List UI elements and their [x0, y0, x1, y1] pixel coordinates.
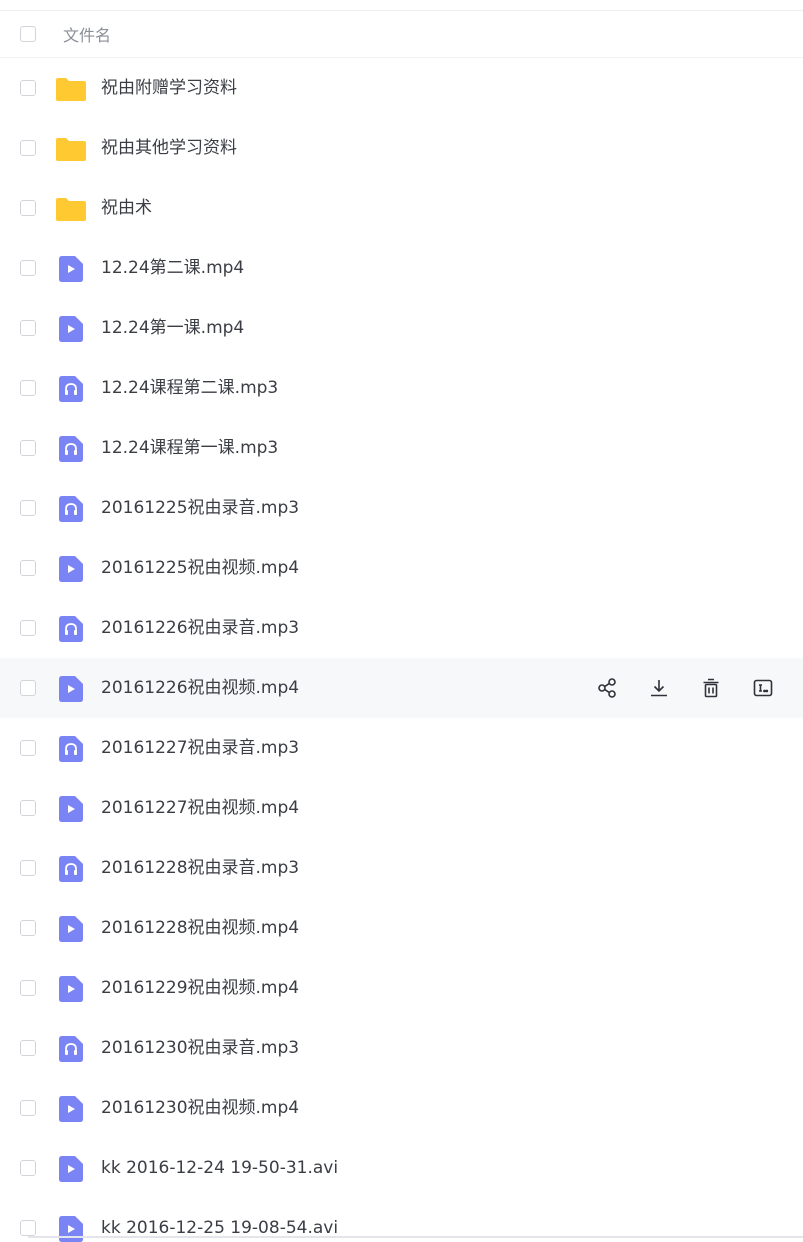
file-name[interactable]: 20161226祝由录音.mp3 — [101, 617, 299, 639]
column-header-filename[interactable]: 文件名 — [63, 22, 111, 46]
rename-icon[interactable] — [750, 675, 776, 701]
file-row[interactable]: 20161228祝由视频.mp4 — [0, 898, 803, 958]
file-name[interactable]: 祝由附赠学习资料 — [101, 77, 237, 99]
video-file-icon — [59, 556, 83, 582]
row-checkbox[interactable] — [20, 740, 36, 756]
file-name[interactable]: 20161230祝由视频.mp4 — [101, 1097, 299, 1119]
row-checkbox[interactable] — [20, 200, 36, 216]
file-row[interactable]: 20161229祝由视频.mp4 — [0, 958, 803, 1018]
video-file-icon — [59, 316, 83, 342]
file-row[interactable]: 20161225祝由录音.mp3 — [0, 478, 803, 538]
file-name[interactable]: 20161230祝由录音.mp3 — [101, 1037, 299, 1059]
row-checkbox[interactable] — [20, 620, 36, 636]
file-list-header: 文件名 — [0, 11, 803, 58]
audio-file-icon — [59, 496, 83, 522]
audio-file-icon — [59, 1036, 83, 1062]
video-file-icon — [59, 1216, 83, 1242]
folder-row[interactable]: 祝由附赠学习资料 — [0, 58, 803, 118]
audio-file-icon — [59, 436, 83, 462]
row-checkbox[interactable] — [20, 1040, 36, 1056]
file-name[interactable]: 12.24课程第一课.mp3 — [101, 437, 278, 459]
audio-file-icon — [59, 856, 83, 882]
folder-row[interactable]: 祝由术 — [0, 178, 803, 238]
folder-icon — [55, 196, 87, 222]
file-name[interactable]: 20161228祝由录音.mp3 — [101, 857, 299, 879]
file-row[interactable]: 20161228祝由录音.mp3 — [0, 838, 803, 898]
row-checkbox[interactable] — [20, 1160, 36, 1176]
file-row[interactable]: 20161225祝由视频.mp4 — [0, 538, 803, 598]
folder-icon — [55, 76, 87, 102]
row-checkbox[interactable] — [20, 320, 36, 336]
file-row[interactable]: 12.24课程第二课.mp3 — [0, 358, 803, 418]
row-checkbox[interactable] — [20, 500, 36, 516]
file-name[interactable]: kk 2016-12-24 19-50-31.avi — [101, 1157, 338, 1179]
row-checkbox[interactable] — [20, 680, 36, 696]
download-icon[interactable] — [646, 675, 672, 701]
video-file-icon — [59, 1156, 83, 1182]
audio-file-icon — [59, 376, 83, 402]
file-name[interactable]: 祝由术 — [101, 197, 152, 219]
row-checkbox[interactable] — [20, 260, 36, 276]
audio-file-icon — [59, 616, 83, 642]
file-name[interactable]: 20161226祝由视频.mp4 — [101, 677, 299, 699]
horizontal-scrollbar[interactable] — [28, 1236, 803, 1238]
file-name[interactable]: 12.24第一课.mp4 — [101, 317, 244, 339]
share-icon[interactable] — [594, 675, 620, 701]
file-list: 祝由附赠学习资料 祝由其他学习资料 祝由术 12.24第二课.mp4 12.24… — [0, 58, 803, 1242]
file-row[interactable]: 20161226祝由视频.mp4 — [0, 658, 803, 718]
row-checkbox[interactable] — [20, 1220, 36, 1236]
file-row[interactable]: kk 2016-12-24 19-50-31.avi — [0, 1138, 803, 1198]
video-file-icon — [59, 916, 83, 942]
row-checkbox[interactable] — [20, 920, 36, 936]
file-row[interactable]: 12.24第二课.mp4 — [0, 238, 803, 298]
folder-row[interactable]: 祝由其他学习资料 — [0, 118, 803, 178]
video-file-icon — [59, 796, 83, 822]
row-checkbox[interactable] — [20, 560, 36, 576]
row-checkbox[interactable] — [20, 440, 36, 456]
file-name[interactable]: 12.24课程第二课.mp3 — [101, 377, 278, 399]
row-checkbox[interactable] — [20, 860, 36, 876]
file-name[interactable]: 20161225祝由视频.mp4 — [101, 557, 299, 579]
file-row[interactable]: 12.24课程第一课.mp3 — [0, 418, 803, 478]
file-name[interactable]: 祝由其他学习资料 — [101, 137, 237, 159]
row-checkbox[interactable] — [20, 140, 36, 156]
file-name[interactable]: 20161227祝由视频.mp4 — [101, 797, 299, 819]
file-name[interactable]: 20161228祝由视频.mp4 — [101, 917, 299, 939]
file-name[interactable]: 20161225祝由录音.mp3 — [101, 497, 299, 519]
folder-icon — [55, 136, 87, 162]
row-checkbox[interactable] — [20, 980, 36, 996]
row-checkbox[interactable] — [20, 80, 36, 96]
file-list-panel: 文件名 祝由附赠学习资料 祝由其他学习资料 祝由术 12.24第二课.mp4 1… — [0, 0, 803, 1242]
file-name[interactable]: 12.24第二课.mp4 — [101, 257, 244, 279]
file-row[interactable]: 20161230祝由视频.mp4 — [0, 1078, 803, 1138]
delete-icon[interactable] — [698, 675, 724, 701]
file-name[interactable]: 20161227祝由录音.mp3 — [101, 737, 299, 759]
file-row[interactable]: 20161227祝由录音.mp3 — [0, 718, 803, 778]
row-checkbox[interactable] — [20, 800, 36, 816]
file-row[interactable]: 20161227祝由视频.mp4 — [0, 778, 803, 838]
video-file-icon — [59, 1096, 83, 1122]
select-all-checkbox[interactable] — [20, 26, 36, 42]
video-file-icon — [59, 976, 83, 1002]
video-file-icon — [59, 256, 83, 282]
file-row[interactable]: 20161230祝由录音.mp3 — [0, 1018, 803, 1078]
file-row[interactable]: 20161226祝由录音.mp3 — [0, 598, 803, 658]
video-file-icon — [59, 676, 83, 702]
row-checkbox[interactable] — [20, 1100, 36, 1116]
file-row[interactable]: 12.24第一课.mp4 — [0, 298, 803, 358]
file-name[interactable]: 20161229祝由视频.mp4 — [101, 977, 299, 999]
row-actions — [594, 675, 776, 701]
row-checkbox[interactable] — [20, 380, 36, 396]
audio-file-icon — [59, 736, 83, 762]
